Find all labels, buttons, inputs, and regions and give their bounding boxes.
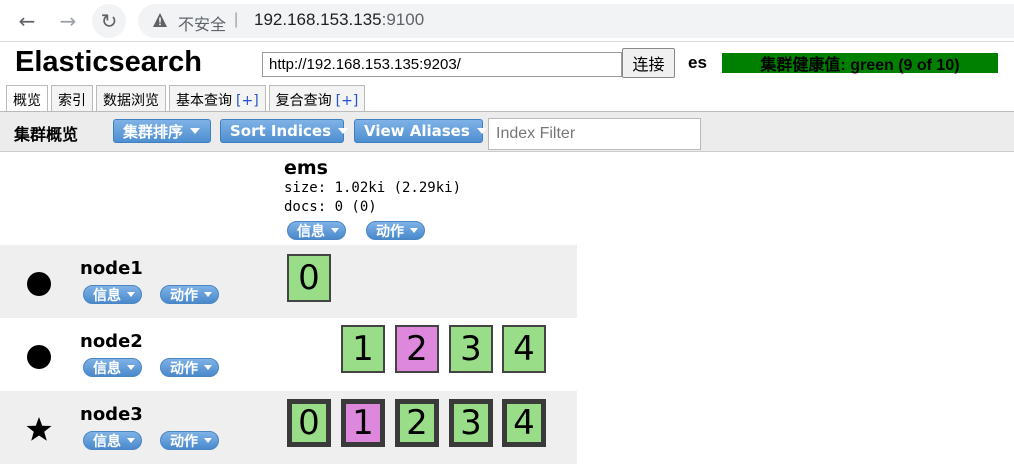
tab-basic-query[interactable]: 基本查询 [+] bbox=[169, 85, 266, 112]
url-separator: | bbox=[234, 11, 239, 28]
primary-shard[interactable]: 3 bbox=[449, 399, 493, 447]
node-action-button[interactable]: 动作 bbox=[160, 358, 219, 377]
tab-label: 基本查询 bbox=[176, 93, 232, 109]
index-docs: docs: 0 (0) bbox=[284, 199, 377, 215]
node-info-button[interactable]: 信息 bbox=[83, 431, 142, 450]
star-icon bbox=[26, 417, 52, 441]
index-filter-input[interactable] bbox=[488, 118, 701, 150]
view-aliases-button[interactable]: View Aliases bbox=[354, 119, 487, 143]
node-row: node3 信息 动作 0 1 2 3 4 bbox=[0, 391, 577, 464]
tab-overview[interactable]: 概览 bbox=[6, 85, 48, 113]
shard[interactable]: 3 bbox=[449, 325, 493, 373]
overview-toolbar: 集群概览 集群排序 Sort Indices View Aliases bbox=[0, 112, 1014, 152]
index-size: size: 1.02ki (2.29ki) bbox=[284, 180, 462, 196]
caret-down-icon bbox=[410, 228, 418, 233]
action-label: 动作 bbox=[376, 223, 404, 240]
caret-down-icon bbox=[476, 128, 487, 134]
node-name: node1 bbox=[80, 258, 143, 279]
caret-down-icon bbox=[338, 128, 349, 134]
reload-icon[interactable]: ↻ bbox=[92, 4, 126, 38]
cluster-name: es bbox=[688, 53, 707, 72]
node-action-button[interactable]: 动作 bbox=[160, 285, 219, 304]
index-info-button[interactable]: 信息 bbox=[287, 221, 346, 240]
tab-plus: [+] bbox=[335, 93, 359, 109]
tab-label: 数据浏览 bbox=[103, 93, 159, 109]
primary-shard[interactable]: 0 bbox=[287, 399, 331, 447]
index-name: ems bbox=[284, 157, 328, 179]
node-info-button[interactable]: 信息 bbox=[83, 358, 142, 377]
main-tabs: 概览 索引 数据浏览 基本查询 [+] 复合查询 [+] bbox=[6, 85, 368, 113]
tab-label: 复合查询 bbox=[275, 93, 332, 109]
caret-down-icon bbox=[331, 228, 339, 233]
info-label: 信息 bbox=[297, 223, 325, 240]
toolbar-title: 集群概览 bbox=[14, 125, 79, 144]
node-name: node2 bbox=[80, 331, 143, 352]
caret-down-icon bbox=[204, 292, 212, 297]
sort-indices-label: Sort Indices bbox=[230, 122, 332, 140]
caret-down-icon bbox=[190, 128, 201, 134]
caret-down-icon bbox=[204, 365, 212, 370]
tab-label: 索引 bbox=[58, 93, 86, 109]
node-row: node2 信息 动作 1 2 3 4 bbox=[0, 318, 577, 391]
primary-shard[interactable]: 2 bbox=[395, 399, 439, 447]
url-host: 192.168.153.135 bbox=[254, 10, 382, 29]
tab-plus: [+] bbox=[236, 93, 259, 109]
primary-shard[interactable]: 4 bbox=[502, 399, 546, 447]
circle-icon bbox=[27, 345, 51, 369]
cluster-health-badge: 集群健康值: green (9 of 10) bbox=[722, 53, 998, 74]
tab-label: 概览 bbox=[13, 93, 41, 109]
tab-browser[interactable]: 数据浏览 bbox=[96, 85, 166, 112]
caret-down-icon bbox=[127, 438, 135, 443]
shard[interactable]: 2 bbox=[395, 325, 439, 373]
url-text: 192.168.153.135:9100 bbox=[254, 10, 424, 30]
caret-down-icon bbox=[204, 438, 212, 443]
insecure-label: 不安全 bbox=[178, 17, 227, 34]
node-info-button[interactable]: 信息 bbox=[83, 285, 142, 304]
connect-button[interactable]: 连接 bbox=[622, 48, 675, 78]
forward-arrow-icon[interactable]: → bbox=[53, 6, 83, 36]
shard[interactable]: 1 bbox=[341, 325, 385, 373]
app-title: Elasticsearch bbox=[15, 46, 203, 78]
sort-cluster-label: 集群排序 bbox=[123, 122, 184, 141]
sort-indices-button[interactable]: Sort Indices bbox=[220, 119, 349, 143]
info-label: 信息 bbox=[93, 433, 121, 450]
cluster-url-input[interactable] bbox=[262, 52, 622, 77]
node-name: node3 bbox=[80, 404, 143, 425]
action-label: 动作 bbox=[170, 433, 198, 450]
url-port: :9100 bbox=[381, 10, 425, 29]
tab-compound-query[interactable]: 复合查询 [+] bbox=[268, 85, 366, 112]
shard[interactable]: 0 bbox=[287, 254, 331, 302]
warning-icon bbox=[153, 13, 167, 27]
primary-shard[interactable]: 1 bbox=[341, 399, 385, 447]
caret-down-icon bbox=[127, 292, 135, 297]
circle-icon bbox=[27, 272, 51, 296]
sort-cluster-button[interactable]: 集群排序 bbox=[113, 119, 211, 143]
info-label: 信息 bbox=[93, 360, 121, 377]
index-action-button[interactable]: 动作 bbox=[366, 221, 425, 240]
back-arrow-icon[interactable]: ← bbox=[12, 6, 42, 36]
tab-indices[interactable]: 索引 bbox=[51, 85, 93, 112]
info-label: 信息 bbox=[93, 287, 121, 304]
browser-toolbar: ← → ↻ 不安全 | 192.168.153.135:9100 bbox=[0, 0, 1014, 42]
action-label: 动作 bbox=[170, 287, 198, 304]
address-bar[interactable]: 不安全 | 192.168.153.135:9100 bbox=[138, 4, 1014, 38]
view-aliases-label: View Aliases bbox=[364, 122, 470, 140]
node-row: node1 信息 动作 0 bbox=[0, 245, 577, 318]
action-label: 动作 bbox=[170, 360, 198, 377]
shard[interactable]: 4 bbox=[502, 325, 546, 373]
caret-down-icon bbox=[127, 365, 135, 370]
node-action-button[interactable]: 动作 bbox=[160, 431, 219, 450]
